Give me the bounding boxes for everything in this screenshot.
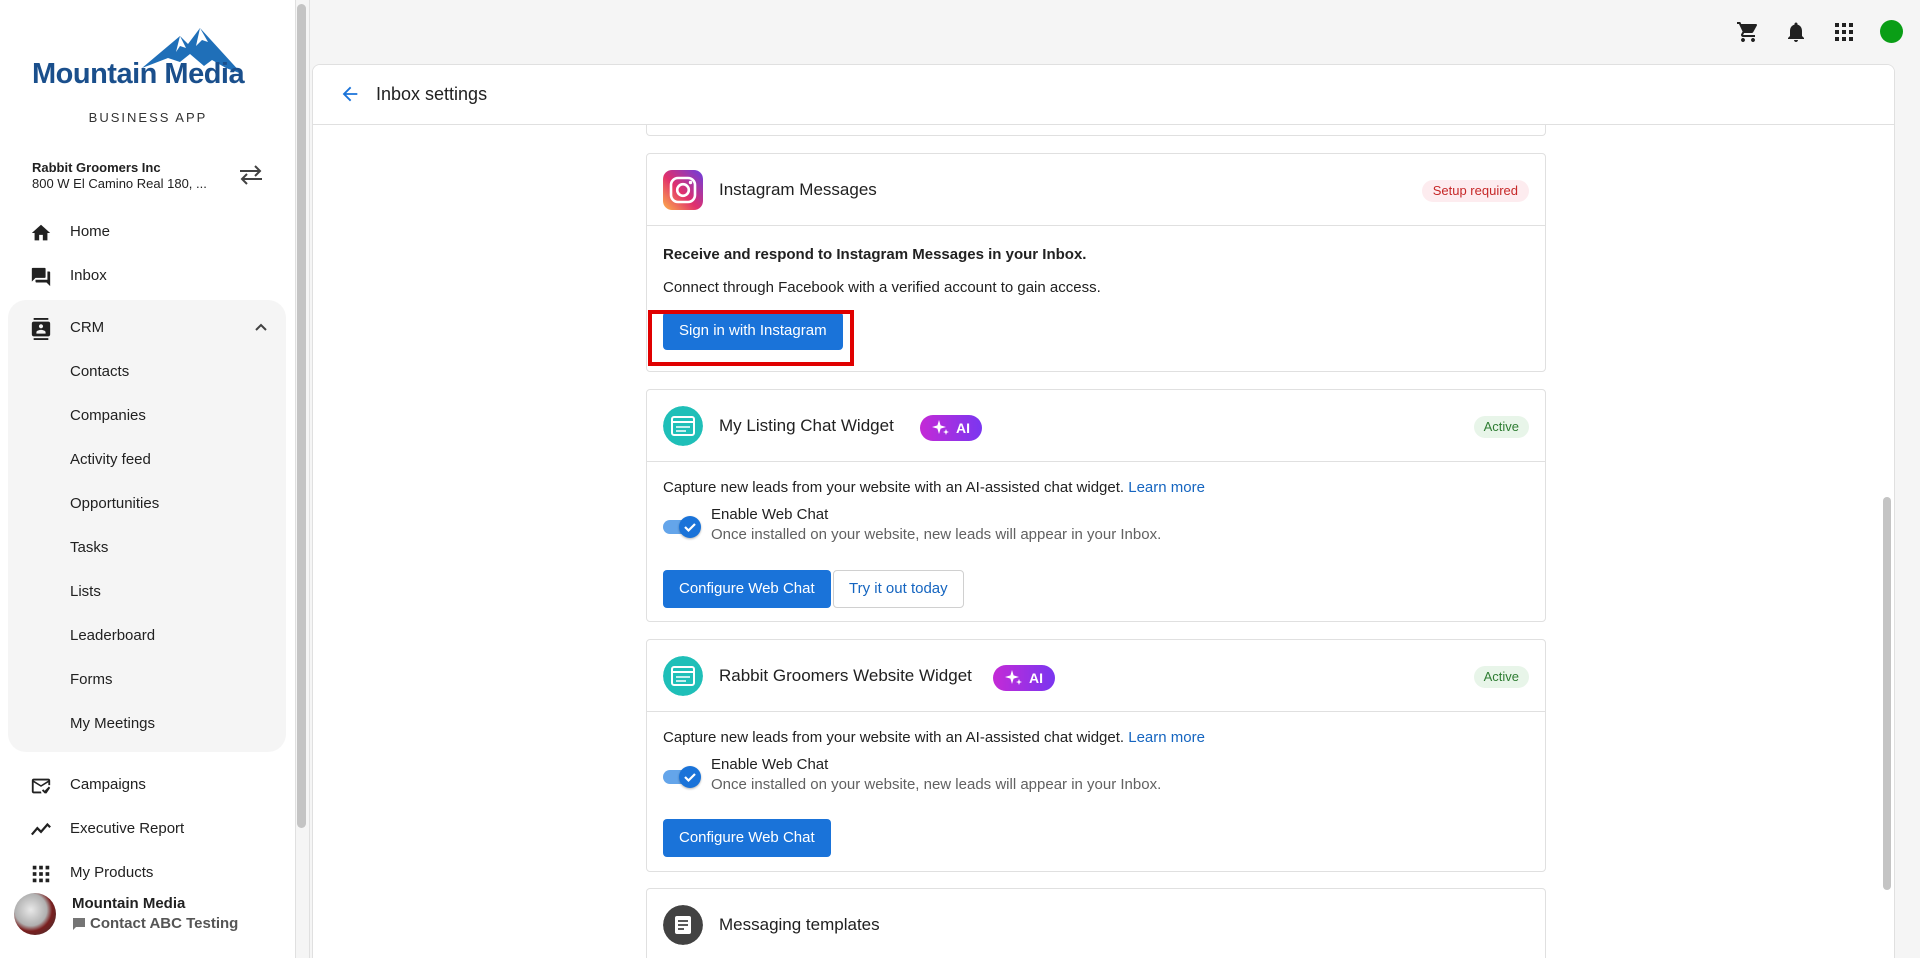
learn-more-link[interactable]: Learn more [1128, 729, 1205, 746]
configure-web-chat-button[interactable]: Configure Web Chat [663, 570, 831, 608]
messaging-templates-card: Messaging templates [646, 888, 1546, 958]
description-text: Capture new leads from your website with… [663, 729, 1125, 746]
card-title: Messaging templates [719, 915, 880, 934]
instagram-heading: Receive and respond to Instagram Message… [663, 246, 1087, 263]
highlight-box [648, 310, 854, 366]
checkmark-icon [684, 773, 696, 783]
back-arrow-icon[interactable] [339, 83, 361, 105]
listing-chat-widget-card: My Listing Chat Widget AI Active Capture… [646, 389, 1546, 622]
widget-description: Capture new leads from your website with… [663, 479, 1205, 496]
ai-badge-label: AI [1029, 670, 1043, 686]
toggle-description: Once installed on your website, new lead… [711, 526, 1162, 543]
ai-badge-label: AI [956, 420, 970, 436]
page-title: Inbox settings [376, 84, 488, 104]
checkmark-icon [684, 523, 696, 533]
learn-more-link[interactable]: Learn more [1128, 479, 1205, 496]
sparkle-icon [1005, 670, 1022, 685]
document-icon [663, 905, 703, 945]
status-badge: Active [1473, 416, 1529, 438]
toggle-knob [679, 516, 701, 538]
toggle-knob [679, 766, 701, 788]
ai-badge: AI [920, 415, 982, 441]
toggle-description: Once installed on your website, new lead… [711, 776, 1162, 793]
status-badge: Setup required [1421, 180, 1529, 202]
card-header: Rabbit Groomers Website Widget AI Active [647, 640, 1545, 712]
settings-content: Instagram Messages Setup required Receiv… [0, 0, 1920, 958]
toggle-label: Enable Web Chat [711, 756, 829, 773]
main-scrollbar[interactable] [1883, 497, 1891, 890]
card-title: Instagram Messages [719, 180, 877, 199]
configure-web-chat-button[interactable]: Configure Web Chat [663, 819, 831, 857]
chat-widget-icon [663, 406, 703, 446]
enable-web-chat-toggle[interactable] [663, 762, 701, 790]
try-it-out-button[interactable]: Try it out today [833, 570, 964, 608]
instagram-icon [663, 170, 703, 210]
card-title: Rabbit Groomers Website Widget [719, 666, 972, 685]
ai-badge: AI [993, 665, 1055, 691]
description-text: Capture new leads from your website with… [663, 479, 1125, 496]
status-badge: Active [1473, 666, 1529, 688]
widget-description: Capture new leads from your website with… [663, 729, 1205, 746]
card-header: Instagram Messages Setup required [647, 154, 1545, 226]
enable-web-chat-toggle[interactable] [663, 512, 701, 540]
website-widget-card: Rabbit Groomers Website Widget AI Active… [646, 639, 1546, 872]
sparkle-icon [932, 420, 949, 435]
card-header: My Listing Chat Widget AI Active [647, 390, 1545, 462]
card-header: Messaging templates [647, 889, 1545, 958]
instagram-description: Connect through Facebook with a verified… [663, 279, 1101, 296]
card-title: My Listing Chat Widget [719, 416, 894, 435]
chat-widget-icon [663, 656, 703, 696]
page-header: Inbox settings [313, 65, 1894, 125]
toggle-label: Enable Web Chat [711, 506, 829, 523]
